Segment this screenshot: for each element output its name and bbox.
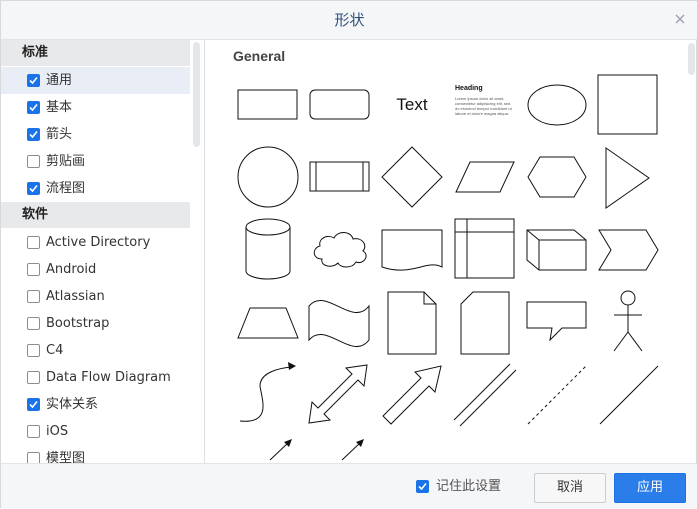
library-item-bootstrap[interactable]: Bootstrap bbox=[1, 310, 190, 337]
library-item-label: Data Flow Diagram bbox=[46, 370, 171, 385]
shape-library-sidebar: 标准 通用 基本 箭头 剪贴画 流程图 软件 Active Directory bbox=[1, 40, 205, 463]
connector-arrow-shape[interactable] bbox=[304, 432, 374, 463]
library-item-label: 基本 bbox=[46, 100, 73, 115]
heading-block: Heading Lorem ipsum dolor sit amet, cons… bbox=[450, 70, 520, 140]
cloud-shape[interactable] bbox=[304, 215, 374, 285]
library-item-entity-relation[interactable]: 实体关系 bbox=[1, 391, 190, 418]
triangle-shape[interactable] bbox=[594, 142, 664, 212]
dialog-title: 形状 bbox=[334, 11, 365, 29]
library-item-label: iOS bbox=[46, 424, 69, 439]
heading-text-shape[interactable]: Heading Lorem ipsum dolor sit amet, cons… bbox=[450, 70, 520, 140]
checkbox[interactable] bbox=[27, 452, 40, 463]
checkbox[interactable] bbox=[27, 317, 40, 330]
library-item-label: Active Directory bbox=[46, 235, 151, 250]
heading-label: Heading bbox=[455, 85, 483, 92]
dialog-footer: 记住此设置 取消 应用 bbox=[1, 463, 697, 509]
library-item-label: 模型图 bbox=[46, 451, 86, 463]
card-shape[interactable] bbox=[450, 288, 520, 358]
parallelogram-shape[interactable] bbox=[450, 142, 520, 212]
library-item-label: 实体关系 bbox=[46, 397, 99, 412]
bidirectional-arrow-shape[interactable] bbox=[304, 360, 374, 430]
library-item-label: Atlassian bbox=[46, 289, 105, 304]
library-item-label: 通用 bbox=[46, 73, 73, 88]
ellipse-shape[interactable] bbox=[522, 70, 592, 140]
heading-body-text: Lorem ipsum dolor sit amet, consectetur … bbox=[455, 96, 512, 116]
preview-scrollbar-thumb[interactable] bbox=[688, 43, 695, 75]
checkbox[interactable] bbox=[27, 371, 40, 384]
dialog-titlebar: 形状 bbox=[1, 1, 697, 40]
callout-shape[interactable] bbox=[522, 288, 592, 358]
note-shape[interactable] bbox=[377, 288, 447, 358]
section-header-software: 软件 bbox=[1, 202, 190, 228]
line-shape[interactable] bbox=[594, 360, 664, 430]
circle-shape[interactable] bbox=[232, 142, 302, 212]
remember-checkbox[interactable] bbox=[416, 480, 429, 493]
arrow-shape[interactable] bbox=[377, 360, 447, 430]
close-icon[interactable] bbox=[672, 11, 688, 27]
step-shape[interactable] bbox=[594, 215, 664, 285]
checkbox[interactable] bbox=[27, 128, 40, 141]
library-item-clipart[interactable]: 剪贴画 bbox=[1, 148, 190, 175]
connector-arrow-shape[interactable] bbox=[232, 432, 302, 463]
library-item-label: C4 bbox=[46, 343, 64, 358]
dashed-line-shape[interactable] bbox=[522, 360, 592, 430]
hexagon-shape[interactable] bbox=[522, 142, 592, 212]
library-item-label: Bootstrap bbox=[46, 316, 110, 331]
actor-shape[interactable] bbox=[594, 288, 664, 358]
square-shape[interactable] bbox=[594, 70, 664, 140]
double-line-shape[interactable] bbox=[450, 360, 520, 430]
library-item-general[interactable]: 通用 bbox=[1, 67, 190, 94]
remember-label: 记住此设置 bbox=[436, 479, 502, 494]
library-item-mockups[interactable]: 模型图 bbox=[1, 445, 190, 463]
remember-setting[interactable]: 记住此设置 bbox=[416, 478, 501, 496]
library-item-arrows[interactable]: 箭头 bbox=[1, 121, 190, 148]
document-shape[interactable] bbox=[377, 215, 447, 285]
text-shape-label: Text bbox=[396, 95, 428, 114]
library-item-label: Android bbox=[46, 262, 97, 277]
rounded-rectangle-shape[interactable] bbox=[304, 70, 374, 140]
rectangle-shape[interactable] bbox=[232, 70, 302, 140]
checkbox[interactable] bbox=[27, 74, 40, 87]
sidebar-scrollbar[interactable] bbox=[193, 42, 200, 147]
shapes-dialog: 形状 标准 通用 基本 箭头 剪贴画 流程图 软件 Active Directo… bbox=[0, 0, 697, 509]
tape-shape[interactable] bbox=[304, 288, 374, 358]
trapezoid-shape[interactable] bbox=[232, 288, 302, 358]
checkbox[interactable] bbox=[27, 101, 40, 114]
shape-preview-panel: General Text Heading Lorem ipsum dolor s… bbox=[206, 40, 696, 463]
group-title: General bbox=[233, 48, 286, 64]
checkbox[interactable] bbox=[27, 425, 40, 438]
curved-arrow-shape[interactable] bbox=[232, 360, 302, 430]
library-item-label: 剪贴画 bbox=[46, 154, 86, 169]
cylinder-shape[interactable] bbox=[232, 215, 302, 285]
checkbox[interactable] bbox=[27, 344, 40, 357]
library-item-flowchart[interactable]: 流程图 bbox=[1, 175, 190, 202]
library-item-ios[interactable]: iOS bbox=[1, 418, 190, 445]
library-item-android[interactable]: Android bbox=[1, 256, 190, 283]
internal-storage-shape[interactable] bbox=[450, 215, 520, 285]
cube-shape[interactable] bbox=[522, 215, 592, 285]
checkbox[interactable] bbox=[27, 263, 40, 276]
library-item-label: 箭头 bbox=[46, 127, 73, 142]
diamond-shape[interactable] bbox=[377, 142, 447, 212]
library-item-basic[interactable]: 基本 bbox=[1, 94, 190, 121]
checkbox[interactable] bbox=[27, 290, 40, 303]
section-header-standard: 标准 bbox=[1, 40, 190, 66]
library-item-c4[interactable]: C4 bbox=[1, 337, 190, 364]
library-item-atlassian[interactable]: Atlassian bbox=[1, 283, 190, 310]
checkbox[interactable] bbox=[27, 182, 40, 195]
library-item-data-flow-diagram[interactable]: Data Flow Diagram bbox=[1, 364, 190, 391]
process-shape[interactable] bbox=[304, 142, 374, 212]
library-item-active-directory[interactable]: Active Directory bbox=[1, 229, 190, 256]
cancel-button[interactable]: 取消 bbox=[534, 473, 606, 503]
checkbox[interactable] bbox=[27, 398, 40, 411]
preview-scrollbar[interactable] bbox=[688, 40, 696, 463]
checkbox[interactable] bbox=[27, 236, 40, 249]
library-item-label: 流程图 bbox=[46, 181, 86, 196]
text-shape[interactable]: Text bbox=[377, 70, 447, 140]
checkbox[interactable] bbox=[27, 155, 40, 168]
apply-button[interactable]: 应用 bbox=[614, 473, 686, 503]
